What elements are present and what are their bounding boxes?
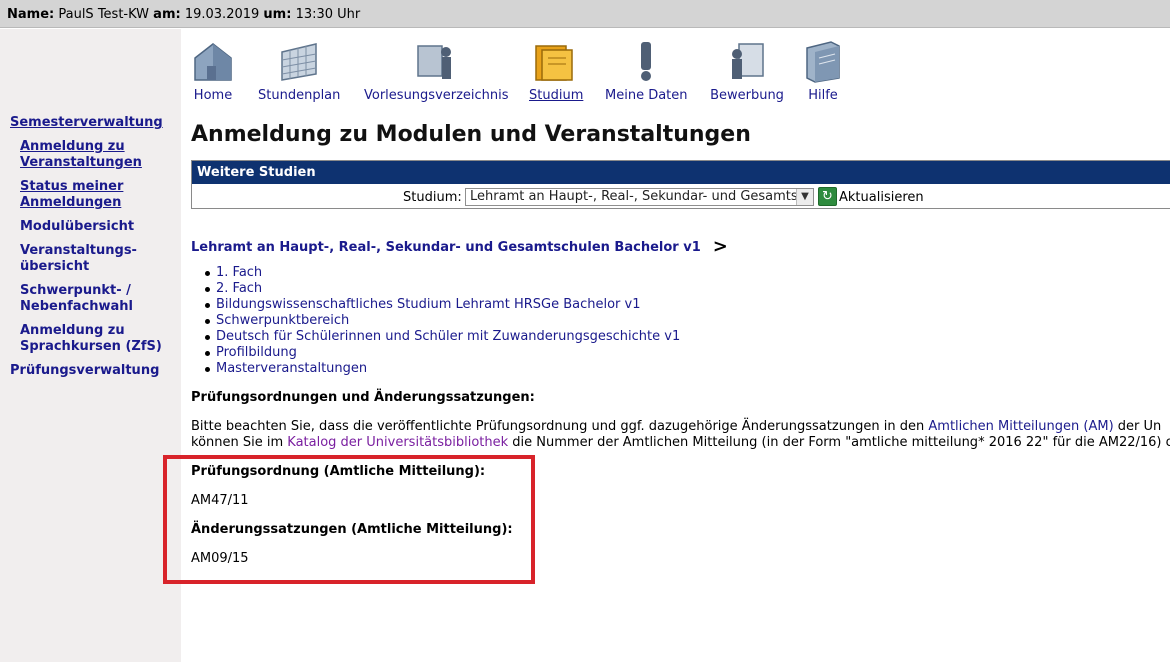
library-catalog-link[interactable]: Katalog der Universitätsbibliothek: [287, 435, 508, 450]
sidebar-item-label: Modulübersicht: [20, 219, 135, 234]
highlight-box: [163, 455, 535, 584]
po-info-text: die Nummer der Amtlichen Mitteilung (in …: [508, 435, 1170, 450]
section-link[interactable]: Schwerpunktbereich: [216, 313, 349, 328]
sidebar-nav: Semesterverwaltung Anmeldung zu Veranstal…: [10, 115, 175, 379]
study-label: Studium:: [403, 190, 462, 205]
study-select-value: Lehramt an Haupt-, Real-, Sekundar- und …: [470, 189, 813, 204]
user-name: PaulS Test-KW: [58, 7, 150, 22]
section-link[interactable]: 1. Fach: [216, 265, 262, 280]
time-value: 13:30 Uhr: [295, 7, 361, 22]
study-section-list: 1. Fach 2. Fach Bildungswissenschaftlich…: [191, 265, 680, 377]
po-info-paragraph: Bitte beachten Sie, dass die veröffentli…: [191, 419, 1170, 451]
list-item: 2. Fach: [204, 281, 680, 297]
sidebar-item-label: Anmeldung zu: [20, 139, 125, 154]
study-panel-header: Weitere Studien: [192, 161, 1170, 184]
list-item: Masterveranstaltungen: [204, 361, 680, 377]
toolbar-stundenplan[interactable]: Stundenplan: [258, 40, 341, 103]
toolbar-bewerbung[interactable]: Bewerbung: [710, 40, 784, 103]
toolbar-hilfe[interactable]: Hilfe: [801, 40, 845, 103]
sidebar: Semesterverwaltung Anmeldung zu Veranstal…: [0, 29, 181, 662]
main-toolbar: Home Stundenplan Vorlesungsverzeichnis S…: [191, 40, 891, 106]
toolbar-label: Home: [193, 88, 233, 103]
po-info-text: der Un: [1113, 419, 1162, 434]
sidebar-item-status-anmeldungen[interactable]: Status meiner Anmeldungen: [20, 179, 175, 211]
sidebar-item-anmeldung-veranstaltungen[interactable]: Anmeldung zu Veranstaltungen: [20, 139, 175, 171]
amtliche-mitteilungen-link[interactable]: Amtlichen Mitteilungen (AM): [928, 419, 1113, 434]
toolbar-meine-daten[interactable]: Meine Daten: [605, 40, 688, 103]
po-info-text: Bitte beachten Sie, dass die veröffentli…: [191, 419, 929, 434]
study-select-row: Studium: Lehramt an Haupt-, Real-, Sekun…: [192, 187, 1170, 209]
toolbar-vorlesungsverzeichnis[interactable]: Vorlesungsverzeichnis: [364, 40, 509, 103]
refresh-icon[interactable]: ↻: [818, 187, 837, 206]
toolbar-label: Bewerbung: [710, 88, 784, 103]
chevron-down-icon: ▼: [796, 189, 813, 205]
sidebar-item-schwerpunkt-nebenfach[interactable]: Schwerpunkt- / Nebenfachwahl: [20, 283, 175, 315]
breadcrumb: Lehramt an Haupt-, Real-, Sekundar- und …: [191, 235, 728, 257]
name-label: Name:: [7, 7, 55, 22]
toolbar-label: Meine Daten: [605, 88, 688, 103]
sidebar-item-moduluebersicht[interactable]: Modulübersicht: [20, 219, 175, 235]
toolbar-label: Stundenplan: [258, 88, 341, 103]
section-link[interactable]: Profilbildung: [216, 345, 297, 360]
date-label: am:: [153, 7, 181, 22]
page-title: Anmeldung zu Modulen und Veranstaltungen: [191, 122, 751, 147]
breadcrumb-link[interactable]: Lehramt an Haupt-, Real-, Sekundar- und …: [191, 240, 701, 255]
list-item: Schwerpunktbereich: [204, 313, 680, 329]
section-link[interactable]: 2. Fach: [216, 281, 262, 296]
toolbar-home[interactable]: Home: [191, 40, 235, 103]
sidebar-item-label: Nebenfachwahl: [20, 299, 133, 314]
list-item: 1. Fach: [204, 265, 680, 281]
refresh-button-label[interactable]: Aktualisieren: [839, 190, 924, 205]
sidebar-item-label: Status meiner: [20, 179, 124, 194]
time-label: um:: [263, 7, 292, 22]
section-link[interactable]: Bildungswissenschaftliches Studium Lehra…: [216, 297, 641, 312]
sidebar-item-label: übersicht: [20, 259, 90, 274]
study-selection-panel: Weitere Studien Studium: Lehramt an Haup…: [191, 160, 1170, 209]
po-section-heading: Prüfungsordnungen und Änderungssatzungen…: [191, 390, 535, 405]
list-item: Profilbildung: [204, 345, 680, 361]
sidebar-item-label: Sprachkursen (ZfS): [20, 339, 162, 354]
sidebar-item-label: Schwerpunkt- /: [20, 283, 131, 298]
lecture-icon: [417, 45, 451, 79]
sidebar-item-semesterverwaltung[interactable]: Semesterverwaltung: [10, 115, 175, 131]
breadcrumb-separator: >: [712, 236, 728, 257]
top-status-bar: Name: PaulS Test-KW am: 19.03.2019 um: 1…: [0, 0, 1170, 28]
user-icon: [641, 42, 651, 81]
section-link[interactable]: Masterveranstaltungen: [216, 361, 367, 376]
date-value: 19.03.2019: [184, 7, 260, 22]
toolbar-studium[interactable]: Studium: [529, 40, 584, 103]
toolbar-label: Vorlesungsverzeichnis: [364, 88, 509, 103]
application-icon: [732, 43, 764, 79]
sidebar-item-pruefungsverwaltung[interactable]: Prüfungsverwaltung: [10, 363, 175, 379]
help-book-icon: [806, 41, 840, 83]
sidebar-item-label: Veranstaltungs-: [20, 243, 137, 258]
list-item: Bildungswissenschaftliches Studium Lehra…: [204, 297, 680, 313]
sidebar-item-veranstaltungsuebersicht[interactable]: Veranstaltungs-übersicht: [20, 243, 175, 275]
sidebar-item-label: Veranstaltungen: [20, 155, 142, 170]
home-icon: [194, 43, 232, 81]
toolbar-label: Studium: [529, 88, 584, 103]
calendar-icon: [281, 43, 317, 81]
folder-icon: [535, 45, 573, 81]
toolbar-label: Hilfe: [808, 88, 838, 103]
list-item: Deutsch für Schülerinnen und Schüler mit…: [204, 329, 680, 345]
study-select[interactable]: Lehramt an Haupt-, Real-, Sekundar- und …: [465, 188, 814, 206]
sidebar-item-sprachkurse[interactable]: Anmeldung zu Sprachkursen (ZfS): [20, 323, 175, 355]
section-link[interactable]: Deutsch für Schülerinnen und Schüler mit…: [216, 329, 680, 344]
po-info-text: können Sie im: [191, 435, 288, 450]
sidebar-item-label: Anmeldung zu: [20, 323, 125, 338]
sidebar-item-label: Anmeldungen: [20, 195, 122, 210]
